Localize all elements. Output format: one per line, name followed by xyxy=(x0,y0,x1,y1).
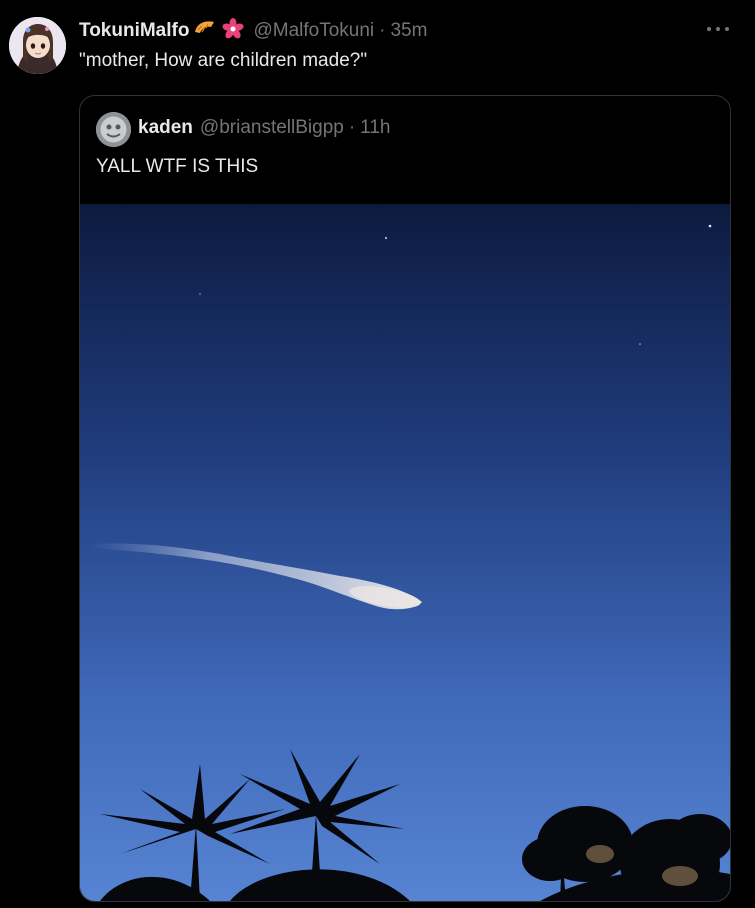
separator-dot: · xyxy=(348,117,356,138)
quoted-handle[interactable]: @brianstellBigpp xyxy=(200,117,344,139)
quoted-display-name[interactable]: kaden xyxy=(138,117,193,139)
quoted-avatar[interactable] xyxy=(96,112,131,147)
avatar[interactable] xyxy=(9,17,66,74)
display-name[interactable]: TokuniMalfo xyxy=(79,20,189,42)
quoted-header: kaden @brianstellBigpp · 11h xyxy=(138,116,390,140)
tweet[interactable]: TokuniMalfo @MalfoTokuni · 35m "mother, … xyxy=(0,0,755,908)
timestamp[interactable]: 35m xyxy=(390,20,427,42)
flower-emoji-icon xyxy=(221,17,245,45)
night-sky-plume-image xyxy=(80,204,730,901)
user-handle[interactable]: @MalfoTokuni xyxy=(253,20,374,42)
quoted-timestamp[interactable]: 11h xyxy=(360,117,390,139)
tweet-text: "mother, How are children made?" xyxy=(79,50,368,71)
more-dot xyxy=(716,27,720,31)
separator-dot: · xyxy=(379,20,386,41)
quoted-tweet[interactable]: kaden @brianstellBigpp · 11h YALL WTF IS… xyxy=(79,95,731,902)
more-dot xyxy=(725,27,729,31)
more-horizontal-icon[interactable] xyxy=(707,22,729,36)
anime-avatar-image xyxy=(9,17,66,74)
sky-photo[interactable] xyxy=(80,204,730,901)
tweet-header: TokuniMalfo @MalfoTokuni · 35m xyxy=(79,17,427,45)
quoted-avatar-image xyxy=(96,112,131,147)
quoted-text: YALL WTF IS THIS xyxy=(96,156,259,177)
more-dot xyxy=(707,27,711,31)
croissant-emoji-icon xyxy=(193,18,217,45)
